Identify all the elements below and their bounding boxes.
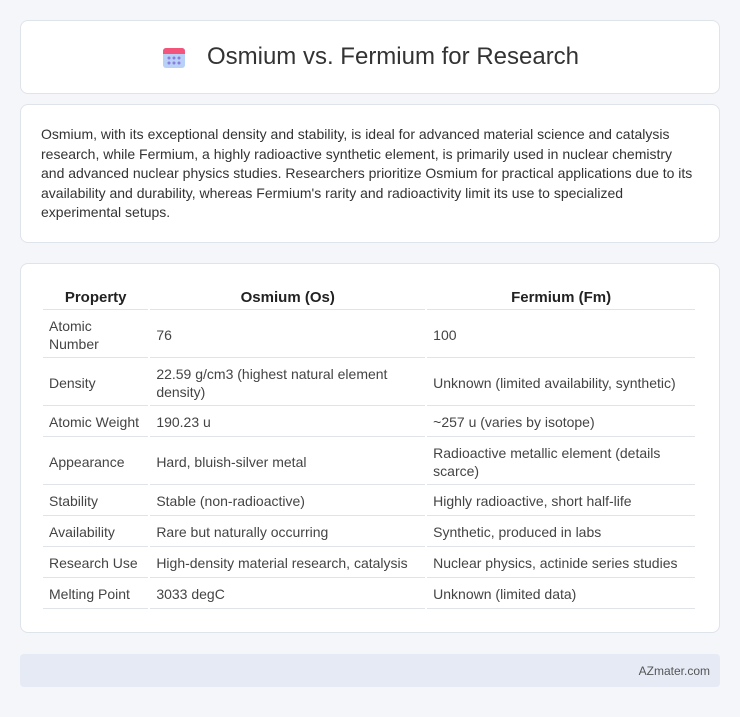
osmium-cell: Stable (non-radioactive) bbox=[150, 487, 426, 516]
footer-brand[interactable]: AZmater.com bbox=[639, 664, 710, 678]
property-cell: Availability bbox=[43, 518, 149, 547]
table-row: Research Use High-density material resea… bbox=[43, 549, 695, 578]
property-cell: Density bbox=[43, 360, 149, 406]
intro-paragraph: Osmium, with its exceptional density and… bbox=[41, 126, 693, 220]
property-cell: Appearance bbox=[43, 439, 149, 485]
footer-bar: AZmater.com bbox=[20, 654, 720, 687]
fermium-cell: 100 bbox=[427, 312, 695, 358]
page-title: Osmium vs. Fermium for Research bbox=[206, 43, 580, 70]
osmium-cell: Rare but naturally occurring bbox=[150, 518, 426, 547]
property-cell: Atomic Weight bbox=[43, 408, 149, 437]
property-cell: Research Use bbox=[43, 549, 149, 578]
osmium-cell: 76 bbox=[150, 312, 426, 358]
fermium-cell: Nuclear physics, actinide series studies bbox=[427, 549, 695, 578]
header-fermium: Fermium (Fm) bbox=[427, 286, 695, 310]
osmium-cell: High-density material research, catalysi… bbox=[150, 549, 426, 578]
table-row: Stability Stable (non-radioactive) Highl… bbox=[43, 487, 695, 516]
osmium-cell: 190.23 u bbox=[150, 408, 426, 437]
property-cell: Melting Point bbox=[43, 580, 149, 609]
header-property: Property bbox=[43, 286, 149, 310]
header-osmium: Osmium (Os) bbox=[150, 286, 426, 310]
fermium-cell: Highly radioactive, short half-life bbox=[427, 487, 695, 516]
osmium-cell: 3033 degC bbox=[150, 580, 426, 609]
fermium-cell: Unknown (limited data) bbox=[427, 580, 695, 609]
title-card: Osmium vs. Fermium for Research bbox=[20, 20, 720, 94]
fermium-cell: Unknown (limited availability, synthetic… bbox=[427, 360, 695, 406]
table-header-row: Property Osmium (Os) Fermium (Fm) bbox=[43, 286, 695, 310]
property-cell: Atomic Number bbox=[43, 312, 149, 358]
table-row: Atomic Number 76 100 bbox=[43, 312, 695, 358]
property-cell: Stability bbox=[43, 487, 149, 516]
table-row: Atomic Weight 190.23 u ~257 u (varies by… bbox=[43, 408, 695, 437]
fermium-cell: Synthetic, produced in labs bbox=[427, 518, 695, 547]
comparison-table: Property Osmium (Os) Fermium (Fm) Atomic… bbox=[41, 284, 697, 611]
osmium-cell: 22.59 g/cm3 (highest natural element den… bbox=[150, 360, 426, 406]
table-row: Density 22.59 g/cm3 (highest natural ele… bbox=[43, 360, 695, 406]
table-row: Availability Rare but naturally occurrin… bbox=[43, 518, 695, 547]
calendar-grid-icon bbox=[162, 48, 185, 68]
fermium-cell: Radioactive metallic element (details sc… bbox=[427, 439, 695, 485]
table-row: Melting Point 3033 degC Unknown (limited… bbox=[43, 580, 695, 609]
comparison-table-card: Property Osmium (Os) Fermium (Fm) Atomic… bbox=[20, 263, 720, 633]
fermium-cell: ~257 u (varies by isotope) bbox=[427, 408, 695, 437]
intro-card: Osmium, with its exceptional density and… bbox=[20, 104, 720, 243]
table-row: Appearance Hard, bluish-silver metal Rad… bbox=[43, 439, 695, 485]
osmium-cell: Hard, bluish-silver metal bbox=[150, 439, 426, 485]
